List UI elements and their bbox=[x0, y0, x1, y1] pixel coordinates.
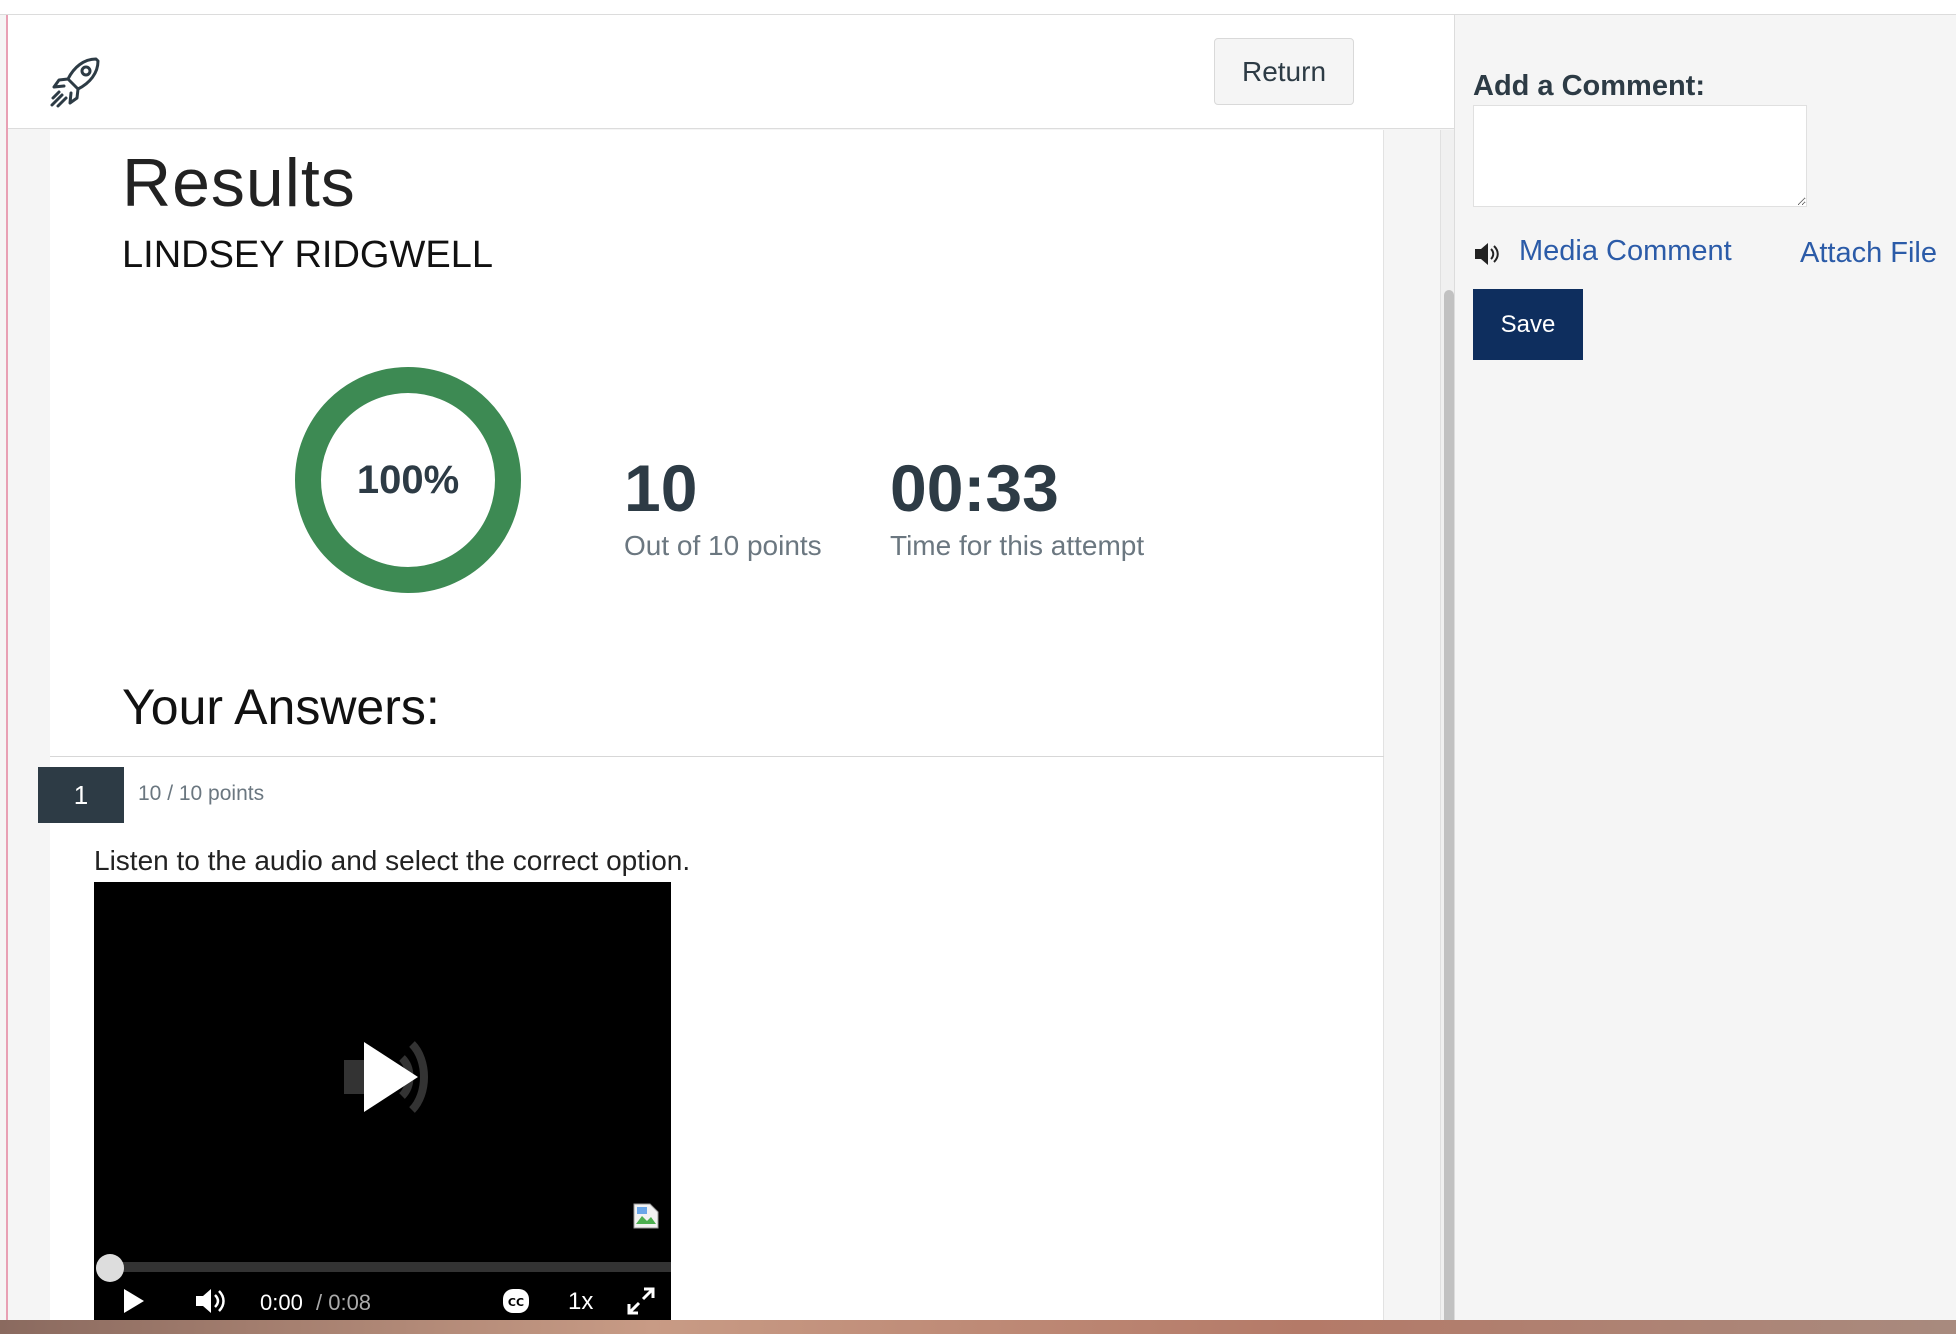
svg-text:CC: CC bbox=[508, 1296, 524, 1309]
time-value: 00:33 bbox=[890, 451, 1059, 525]
current-time: 0:00 bbox=[260, 1290, 303, 1315]
closed-captions-icon[interactable]: CC bbox=[502, 1288, 530, 1314]
fullscreen-icon[interactable] bbox=[626, 1286, 656, 1316]
playback-speed[interactable]: 1x bbox=[568, 1288, 593, 1316]
bottom-strip bbox=[0, 1320, 1956, 1334]
question-text: Listen to the audio and select the corre… bbox=[94, 845, 691, 876]
divider bbox=[50, 756, 1384, 757]
score-percent: 100% bbox=[356, 457, 460, 502]
page-title: Results bbox=[122, 145, 356, 221]
return-button[interactable]: Return bbox=[1214, 38, 1354, 105]
rocket-icon bbox=[50, 57, 100, 108]
big-play-audio-icon[interactable] bbox=[342, 1022, 452, 1132]
comment-input[interactable] bbox=[1473, 105, 1807, 207]
time-subtitle: Time for this attempt bbox=[890, 530, 1145, 561]
results-pane: Return Results LINDSEY RIDGWELL 100% 10 … bbox=[6, 15, 1454, 1320]
media-player[interactable]: 0:00 / 0:08 CC 1x bbox=[94, 882, 671, 1320]
top-border bbox=[0, 0, 1956, 15]
question-points: 10 / 10 points bbox=[138, 782, 265, 805]
attach-file-link[interactable]: Attach File bbox=[1800, 237, 1937, 270]
student-name: LINDSEY RIDGWELL bbox=[122, 234, 493, 276]
comment-pane: Add a Comment: Media Comment Attach File… bbox=[1454, 15, 1956, 1320]
broken-image-icon bbox=[633, 1203, 659, 1229]
scrollbar[interactable] bbox=[1440, 130, 1454, 1320]
progress-knob[interactable] bbox=[96, 1254, 124, 1282]
comment-label: Add a Comment: bbox=[1473, 70, 1705, 102]
play-icon[interactable] bbox=[122, 1287, 146, 1315]
question-number-badge: 1 bbox=[38, 767, 124, 823]
media-comment-link[interactable]: Media Comment bbox=[1519, 235, 1732, 268]
volume-icon[interactable] bbox=[194, 1286, 226, 1316]
save-button[interactable]: Save bbox=[1473, 289, 1583, 360]
speaker-icon bbox=[1475, 243, 1499, 265]
score-value: 10 bbox=[624, 451, 698, 525]
progress-track[interactable] bbox=[108, 1262, 671, 1272]
scrollbar-thumb[interactable] bbox=[1444, 290, 1454, 1320]
header-bar: Return bbox=[8, 15, 1454, 129]
score-subtitle: Out of 10 points bbox=[624, 530, 822, 561]
duration: / 0:08 bbox=[316, 1290, 372, 1315]
answers-heading: Your Answers: bbox=[122, 679, 440, 735]
